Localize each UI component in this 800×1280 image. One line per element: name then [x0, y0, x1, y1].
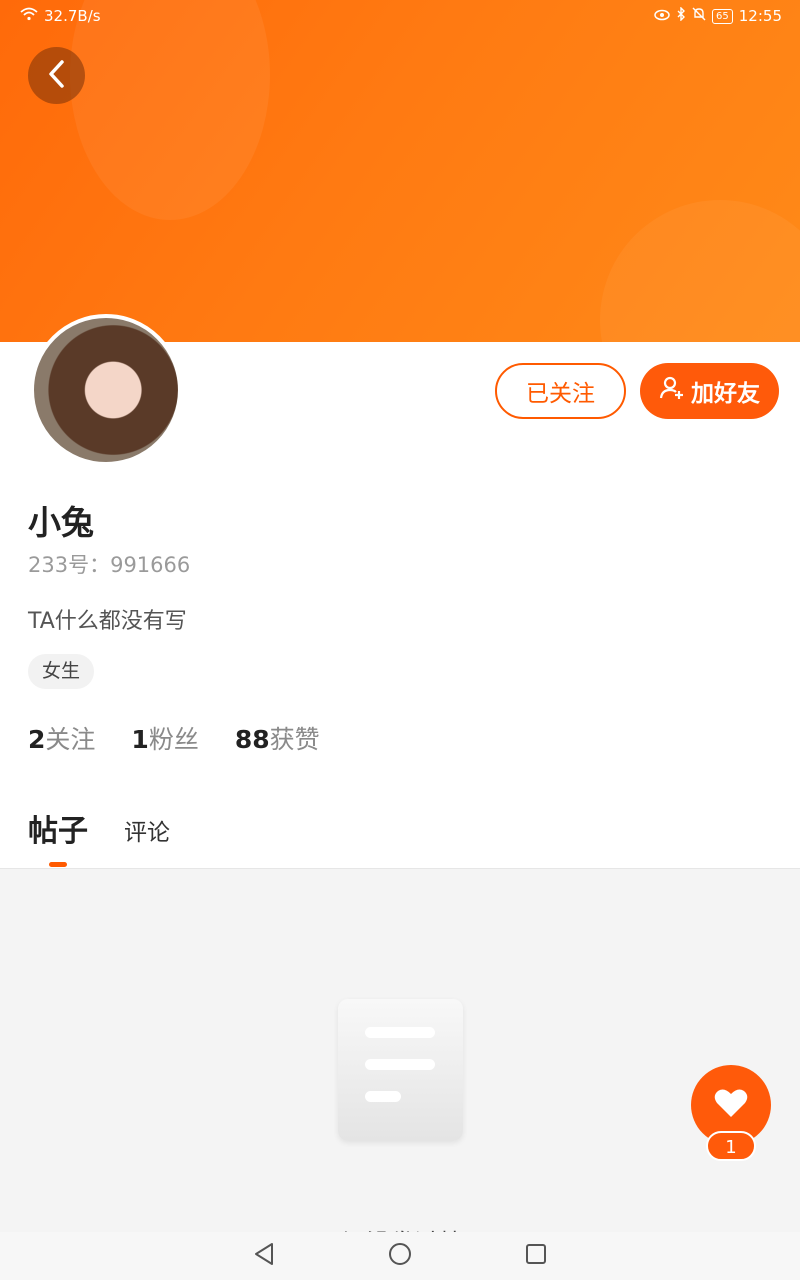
tab-label: 帖子	[28, 814, 88, 849]
empty-document-icon	[338, 999, 463, 1141]
mute-icon	[692, 7, 706, 25]
nav-back-button[interactable]	[249, 1241, 279, 1271]
following-label: 已关注	[526, 381, 595, 407]
stat-followers[interactable]: 1粉丝	[131, 720, 198, 756]
tab-posts[interactable]: 帖子	[28, 806, 88, 867]
wifi-icon	[20, 7, 38, 25]
active-tab-indicator	[49, 862, 67, 867]
tab-label: 评论	[124, 820, 170, 846]
add-user-icon	[659, 375, 685, 407]
stat-label: 获赞	[269, 725, 320, 754]
profile-stats: 2关注 1粉丝 88获赞	[28, 720, 320, 756]
tab-comments[interactable]: 评论	[124, 813, 170, 850]
stat-number: 2	[28, 725, 46, 754]
stat-label: 粉丝	[148, 725, 199, 754]
profile-banner	[0, 0, 800, 342]
stat-label: 关注	[45, 725, 96, 754]
content-tabs: 帖子 评论	[28, 806, 170, 867]
heart-icon	[714, 1088, 748, 1122]
system-nav-bar	[0, 1232, 800, 1280]
profile-bio: TA什么都没有写	[28, 609, 187, 634]
triangle-back-icon	[253, 1242, 275, 1270]
like-count-badge: 1	[706, 1131, 756, 1161]
following-button[interactable]: 已关注	[495, 363, 626, 419]
stat-number: 88	[234, 725, 270, 754]
network-speed: 32.7B/s	[44, 7, 101, 25]
chevron-left-icon	[46, 59, 68, 93]
circle-home-icon	[388, 1242, 412, 1270]
status-bar: 32.7B/s 65 12:55	[0, 0, 800, 32]
add-friend-label: 加好友	[691, 381, 760, 407]
add-friend-button[interactable]: 加好友	[640, 363, 779, 419]
square-recents-icon	[525, 1243, 547, 1269]
profile-name: 小兔	[28, 503, 94, 542]
bluetooth-icon	[676, 6, 686, 25]
gender-tag: 女生	[28, 654, 95, 689]
battery-icon: 65	[712, 8, 733, 24]
clock: 12:55	[738, 7, 782, 25]
nav-home-button[interactable]	[385, 1241, 415, 1271]
nav-recents-button[interactable]	[521, 1241, 551, 1271]
back-button[interactable]	[28, 47, 85, 104]
stat-likes[interactable]: 88获赞	[235, 720, 320, 756]
stat-number: 1	[131, 725, 149, 754]
posts-list-area[interactable]: TA还没发过帖子	[0, 868, 800, 1233]
stat-following[interactable]: 2关注	[28, 720, 95, 756]
avatar[interactable]	[30, 314, 182, 466]
eye-icon	[654, 7, 670, 25]
profile-id: 233号：991666	[28, 553, 191, 577]
